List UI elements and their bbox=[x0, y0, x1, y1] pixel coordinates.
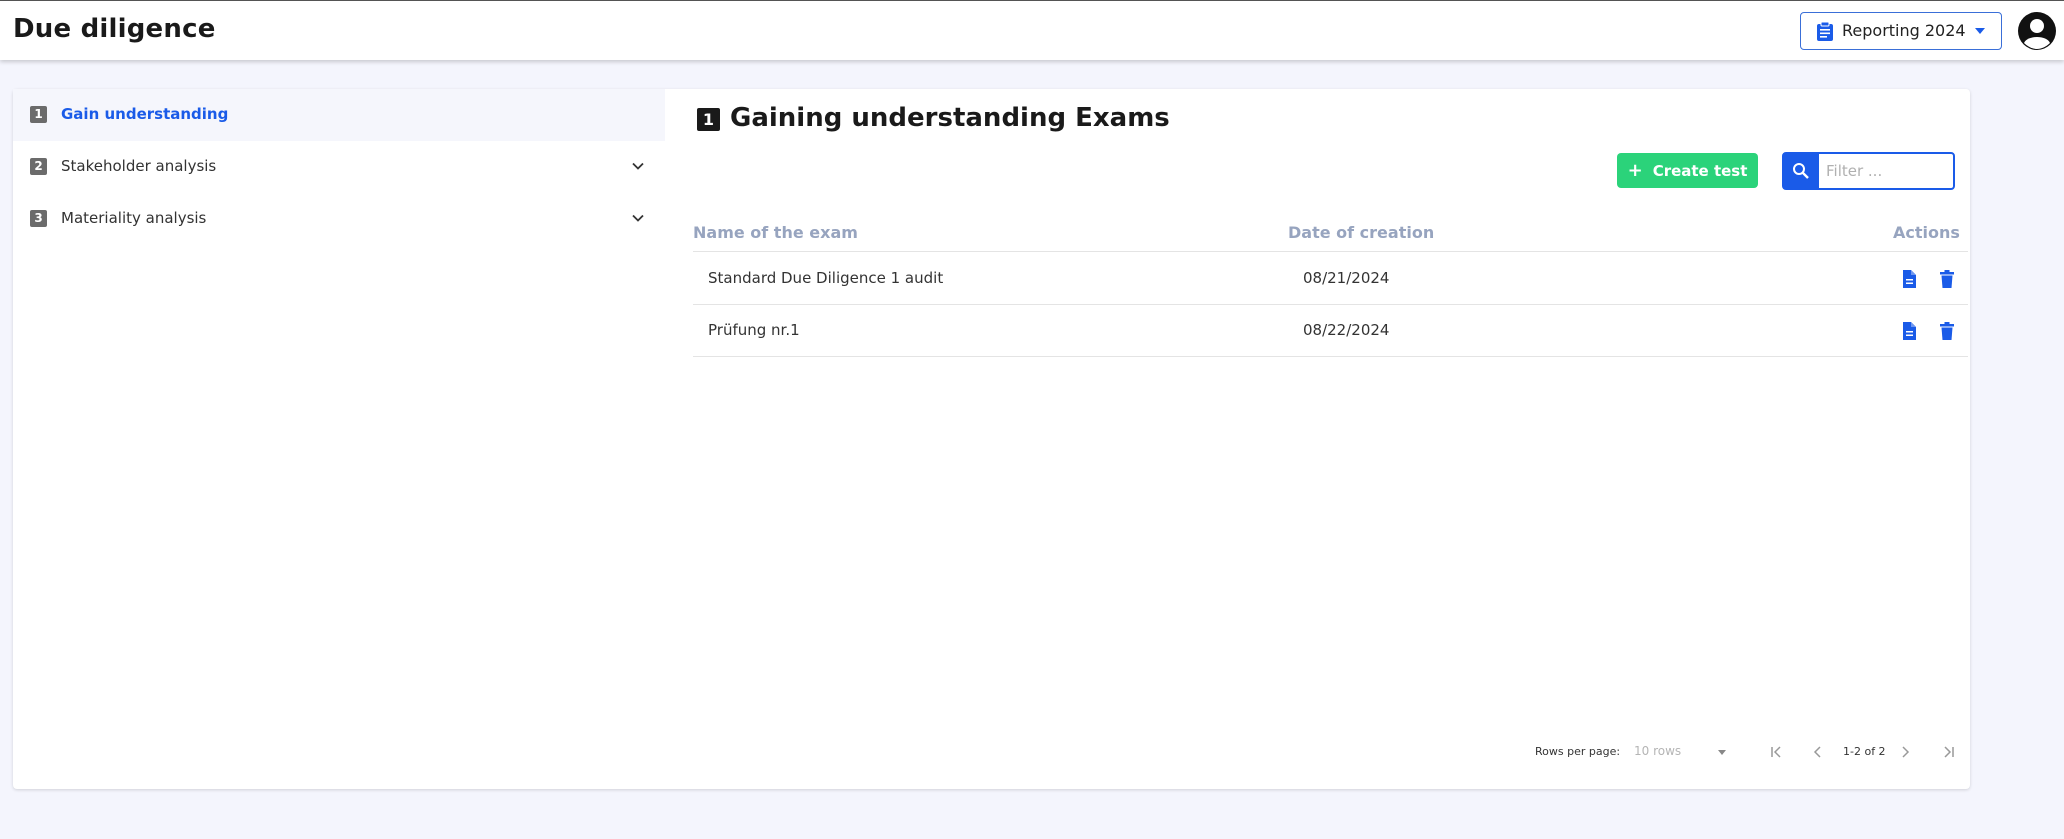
search-button[interactable] bbox=[1784, 154, 1819, 188]
caret-down-icon bbox=[1975, 28, 1985, 34]
document-icon[interactable] bbox=[1899, 269, 1919, 289]
main-card: 1 Gain understanding 2 Stakeholder analy… bbox=[13, 89, 1970, 789]
plus-icon: + bbox=[1627, 159, 1643, 181]
sidebar-item-label: Gain understanding bbox=[61, 105, 229, 123]
exam-date: 08/22/2024 bbox=[1303, 321, 1390, 339]
last-page-icon[interactable] bbox=[1940, 744, 1956, 760]
caret-down-icon[interactable] bbox=[1718, 750, 1726, 755]
column-header-name[interactable]: Name of the exam bbox=[693, 223, 858, 242]
sidebar-item-label: Materiality analysis bbox=[61, 209, 207, 227]
page-title: Due diligence bbox=[13, 14, 216, 44]
clipboard-icon bbox=[1817, 21, 1833, 41]
sidebar-item-stakeholder-analysis[interactable]: 2 Stakeholder analysis bbox=[13, 141, 665, 193]
table-row[interactable]: Standard Due Diligence 1 audit 08/21/202… bbox=[693, 253, 1968, 305]
sidebar-item-label: Stakeholder analysis bbox=[61, 157, 217, 175]
chevron-down-icon[interactable] bbox=[631, 211, 645, 225]
page-range: 1-2 of 2 bbox=[1843, 745, 1886, 758]
exam-date: 08/21/2024 bbox=[1303, 269, 1390, 287]
first-page-icon[interactable] bbox=[1769, 744, 1785, 760]
sidebar-item-materiality-analysis[interactable]: 3 Materiality analysis bbox=[13, 193, 665, 245]
exams-panel: 1 Gaining understanding Exams + Create t… bbox=[678, 89, 1970, 789]
user-avatar-icon[interactable] bbox=[2017, 11, 2057, 51]
create-test-button[interactable]: + Create test bbox=[1617, 153, 1758, 188]
next-page-icon[interactable] bbox=[1897, 744, 1913, 760]
section-title: Gaining understanding Exams bbox=[730, 103, 1170, 133]
table-header: Name of the exam Date of creation Action… bbox=[693, 223, 1968, 252]
section-number: 1 bbox=[697, 108, 720, 131]
pagination: Rows per page: 10 rows 1-2 of 2 bbox=[1535, 740, 1968, 764]
trash-icon[interactable] bbox=[1937, 269, 1957, 289]
search-icon bbox=[1793, 163, 1809, 179]
steps-sidebar: 1 Gain understanding 2 Stakeholder analy… bbox=[13, 89, 665, 789]
rows-per-page-label: Rows per page: bbox=[1535, 745, 1621, 758]
rows-per-page-select[interactable]: 10 rows bbox=[1634, 744, 1681, 758]
exam-name: Prüfung nr.1 bbox=[708, 321, 800, 339]
previous-page-icon[interactable] bbox=[1810, 744, 1826, 760]
step-number: 1 bbox=[30, 106, 47, 123]
app-header: Due diligence Reporting 2024 bbox=[0, 1, 2064, 60]
chevron-down-icon[interactable] bbox=[631, 159, 645, 173]
table-row[interactable]: Prüfung nr.1 08/22/2024 bbox=[693, 305, 1968, 357]
exam-name: Standard Due Diligence 1 audit bbox=[708, 269, 944, 287]
trash-icon[interactable] bbox=[1937, 321, 1957, 341]
step-number: 2 bbox=[30, 158, 47, 175]
column-header-actions: Actions bbox=[1893, 223, 1960, 242]
filter-field bbox=[1782, 152, 1955, 190]
column-header-date[interactable]: Date of creation bbox=[1288, 223, 1434, 242]
step-number: 3 bbox=[30, 210, 47, 227]
reporting-period-label: Reporting 2024 bbox=[1842, 21, 1966, 40]
sidebar-item-gain-understanding[interactable]: 1 Gain understanding bbox=[13, 89, 665, 141]
reporting-period-select[interactable]: Reporting 2024 bbox=[1800, 12, 2002, 50]
document-icon[interactable] bbox=[1899, 321, 1919, 341]
filter-input[interactable] bbox=[1826, 158, 1948, 184]
create-test-label: Create test bbox=[1652, 161, 1748, 180]
